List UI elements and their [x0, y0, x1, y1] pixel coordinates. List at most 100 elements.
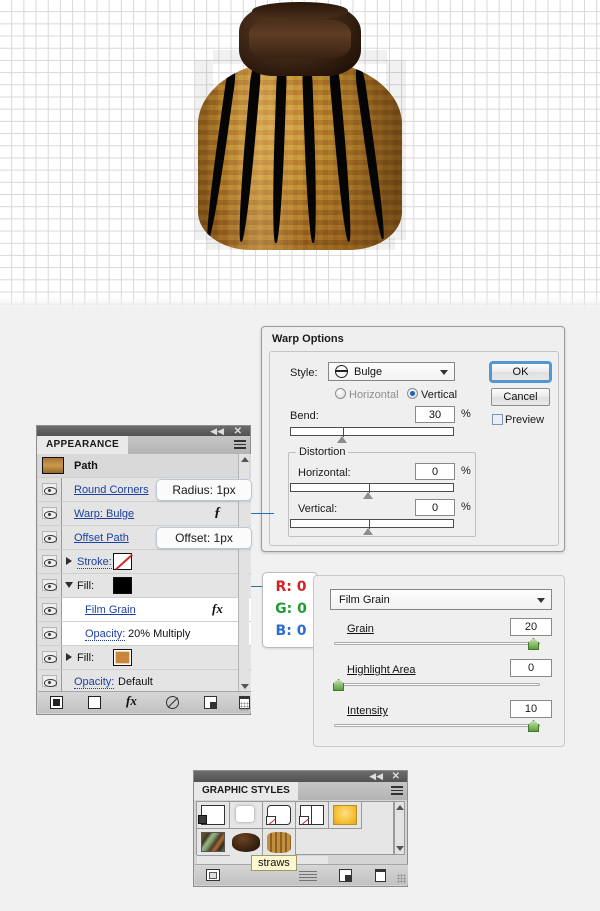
preview-label[interactable]: Preview: [505, 414, 544, 426]
intensity-slider[interactable]: [334, 724, 540, 727]
offset-callout[interactable]: Offset: 1px: [156, 527, 252, 549]
effect-label-warp[interactable]: Warp: Bulge: [74, 508, 134, 520]
horizontal-radio-label[interactable]: Horizontal: [349, 389, 399, 401]
cancel-button[interactable]: Cancel: [491, 388, 550, 406]
graphic-styles-grid[interactable]: [196, 801, 394, 883]
distortion-vertical-field[interactable]: 0: [415, 499, 455, 516]
style-swatch-no-fill-rounded[interactable]: [263, 802, 296, 829]
intensity-slider-thumb[interactable]: [528, 720, 539, 732]
fill-swatch-black[interactable]: [113, 577, 132, 594]
scroll-down-icon[interactable]: [396, 846, 404, 851]
visibility-toggle[interactable]: [38, 502, 62, 525]
fill-label-2[interactable]: Fill:: [77, 652, 94, 664]
highlight-area-field[interactable]: 0: [510, 659, 552, 677]
scroll-up-icon[interactable]: [396, 805, 404, 810]
distortion-horizontal-thumb[interactable]: [363, 492, 373, 499]
close-icon[interactable]: ✕: [392, 771, 400, 782]
appearance-target-row[interactable]: Path: [38, 454, 251, 478]
effect-label-round-corners[interactable]: Round Corners: [74, 484, 149, 496]
grain-value-field[interactable]: 20: [510, 618, 552, 636]
ok-button[interactable]: OK: [491, 363, 550, 381]
style-swatch-default[interactable]: [197, 802, 230, 829]
visibility-toggle[interactable]: [38, 670, 62, 692]
appearance-row-film-grain[interactable]: Film Grain fx: [38, 598, 251, 622]
break-link-to-style-icon[interactable]: [206, 869, 220, 881]
bend-slider[interactable]: [290, 427, 454, 437]
tab-graphic-styles[interactable]: GRAPHIC STYLES: [194, 782, 298, 800]
resize-grip[interactable]: [397, 874, 406, 883]
distortion-horizontal-slider[interactable]: [290, 483, 454, 493]
distortion-vertical-thumb[interactable]: [363, 528, 373, 535]
radio-vertical[interactable]: [407, 388, 418, 399]
grain-slider[interactable]: [334, 642, 540, 645]
visibility-toggle[interactable]: [38, 550, 62, 573]
style-swatch-white-rounded[interactable]: [230, 802, 263, 829]
grain-slider-thumb[interactable]: [528, 638, 539, 650]
appearance-row-fill-black[interactable]: Fill:: [38, 574, 251, 598]
scroll-down-icon[interactable]: [241, 684, 249, 689]
bend-slider-thumb[interactable]: [337, 436, 347, 443]
graphic-styles-panel[interactable]: ◀◀ ✕ GRAPHIC STYLES straws: [193, 770, 408, 887]
fill-swatch-gold[interactable]: [113, 649, 132, 666]
artwork-canvas[interactable]: [0, 0, 600, 311]
delete-style-icon[interactable]: [375, 869, 386, 882]
stroke-swatch-none[interactable]: [113, 553, 132, 570]
warp-style-select[interactable]: Bulge: [328, 362, 455, 381]
highlight-area-slider[interactable]: [334, 683, 540, 686]
style-swatch-yellow-gradient[interactable]: [329, 802, 362, 829]
bend-value-field[interactable]: 30: [415, 406, 455, 423]
distortion-vertical-slider[interactable]: [290, 519, 454, 529]
vertical-radio-label[interactable]: Vertical: [421, 389, 457, 401]
radius-callout[interactable]: Radius: 1px: [156, 479, 252, 501]
appearance-row-opacity-multiply[interactable]: Opacity: 20% Multiply: [38, 622, 251, 646]
visibility-toggle[interactable]: [38, 598, 62, 621]
collapse-icon[interactable]: ◀◀: [369, 771, 383, 782]
opacity-label[interactable]: Opacity:: [85, 628, 126, 641]
appearance-panel[interactable]: ◀◀ ✕ APPEARANCE Path Round Corners Warp:…: [36, 425, 251, 715]
distortion-horizontal-field[interactable]: 0: [415, 463, 455, 480]
new-style-icon[interactable]: [339, 869, 352, 882]
add-new-stroke-icon[interactable]: [50, 696, 63, 709]
merge-styles-icon[interactable]: [299, 870, 317, 881]
opacity-label-2[interactable]: Opacity:: [74, 676, 115, 689]
visibility-toggle[interactable]: [38, 574, 62, 597]
effect-label-offset-path[interactable]: Offset Path: [74, 532, 129, 544]
add-effect-fx-icon[interactable]: fx: [126, 693, 137, 709]
style-swatch-straws[interactable]: [263, 829, 296, 856]
expand-triangle-icon[interactable]: [66, 653, 72, 661]
effect-select[interactable]: Film Grain: [330, 589, 552, 610]
warp-options-dialog[interactable]: Warp Options Style: Bulge Horizontal Ver…: [261, 326, 565, 552]
visibility-toggle[interactable]: [38, 478, 62, 501]
expand-triangle-icon[interactable]: [66, 557, 72, 565]
visibility-toggle[interactable]: [38, 622, 62, 645]
style-swatch-dark-brown-cap[interactable]: [230, 829, 263, 856]
effect-label-film-grain[interactable]: Film Grain: [85, 604, 136, 616]
radio-horizontal[interactable]: [335, 388, 346, 399]
fill-label[interactable]: Fill:: [77, 580, 94, 592]
panel-menu-icon[interactable]: [391, 786, 403, 796]
duplicate-item-icon[interactable]: [204, 696, 217, 709]
highlight-area-thumb[interactable]: [333, 679, 344, 691]
graphic-styles-scrollbar[interactable]: [394, 801, 405, 855]
add-new-fill-icon[interactable]: [88, 696, 101, 709]
intensity-field[interactable]: 10: [510, 700, 552, 718]
collapse-triangle-icon[interactable]: [65, 582, 73, 588]
panel-menu-icon[interactable]: [234, 440, 246, 450]
appearance-row-opacity-default[interactable]: Opacity: Default: [38, 670, 251, 692]
visibility-toggle[interactable]: [38, 646, 62, 669]
film-grain-panel[interactable]: Film Grain Grain 20 Highlight Area 0 Int…: [313, 575, 565, 747]
preview-checkbox[interactable]: [492, 414, 503, 425]
appearance-row-stroke[interactable]: Stroke:: [38, 550, 251, 574]
tab-appearance[interactable]: APPEARANCE: [37, 436, 129, 454]
straw-broom-artwork[interactable]: [190, 2, 410, 254]
fx-icon[interactable]: fx: [212, 601, 223, 617]
stroke-label[interactable]: Stroke:: [77, 556, 112, 569]
scroll-up-icon[interactable]: [241, 457, 249, 462]
appearance-row-warp[interactable]: Warp: Bulge ƒ: [38, 502, 251, 526]
style-swatch-split-no-fill[interactable]: [296, 802, 329, 829]
resize-grip[interactable]: [240, 702, 249, 711]
visibility-toggle[interactable]: [38, 526, 62, 549]
clear-appearance-icon[interactable]: [166, 696, 179, 709]
appearance-row-fill-gold[interactable]: Fill:: [38, 646, 251, 670]
style-swatch-camo-texture[interactable]: [197, 829, 230, 856]
